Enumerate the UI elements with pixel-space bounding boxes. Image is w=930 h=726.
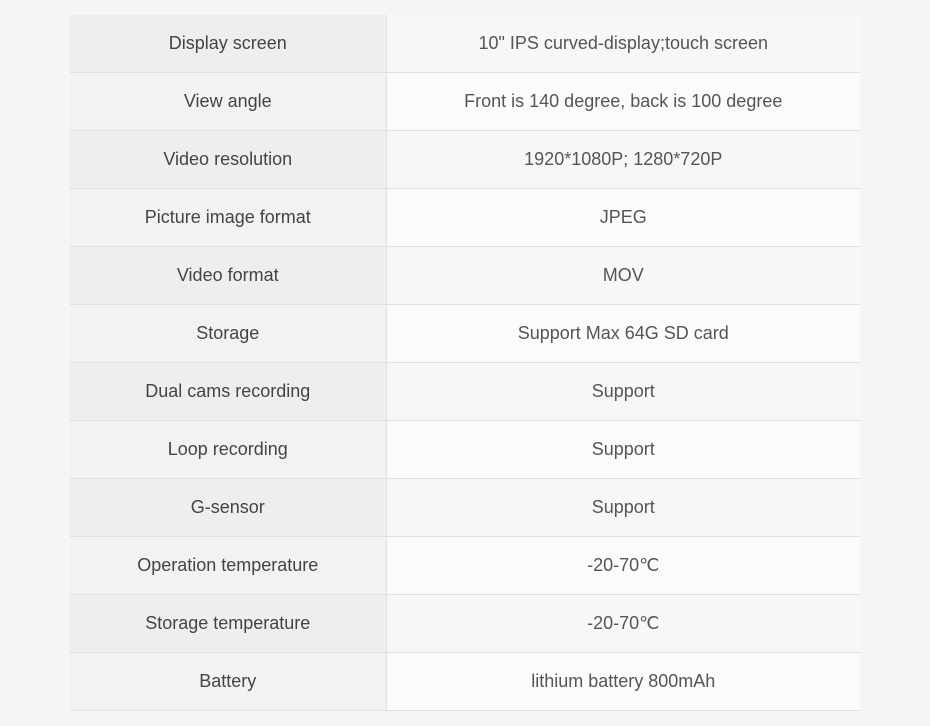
spec-value: Support Max 64G SD card	[386, 305, 860, 363]
specifications-table: Display screen10" IPS curved-display;tou…	[70, 15, 860, 711]
spec-label: Video resolution	[70, 131, 386, 189]
spec-value: 10" IPS curved-display;touch screen	[386, 15, 860, 73]
spec-label: Storage temperature	[70, 595, 386, 653]
spec-label: Storage	[70, 305, 386, 363]
table-row: Storage temperature-20-70℃	[70, 595, 860, 653]
table-row: Loop recordingSupport	[70, 421, 860, 479]
spec-label: Battery	[70, 653, 386, 711]
table-row: Dual cams recordingSupport	[70, 363, 860, 421]
spec-value: -20-70℃	[386, 595, 860, 653]
spec-label: Display screen	[70, 15, 386, 73]
spec-label: View angle	[70, 73, 386, 131]
table-row: G-sensorSupport	[70, 479, 860, 537]
table-row: Batterylithium battery 800mAh	[70, 653, 860, 711]
spec-table-container: Display screen10" IPS curved-display;tou…	[0, 0, 930, 726]
spec-value: -20-70℃	[386, 537, 860, 595]
spec-value: Front is 140 degree, back is 100 degree	[386, 73, 860, 131]
spec-value: Support	[386, 479, 860, 537]
spec-label: Operation temperature	[70, 537, 386, 595]
spec-label: Dual cams recording	[70, 363, 386, 421]
spec-value: Support	[386, 421, 860, 479]
spec-value: Support	[386, 363, 860, 421]
table-row: View angleFront is 140 degree, back is 1…	[70, 73, 860, 131]
spec-value: 1920*1080P; 1280*720P	[386, 131, 860, 189]
spec-label: G-sensor	[70, 479, 386, 537]
spec-label: Video format	[70, 247, 386, 305]
table-row: StorageSupport Max 64G SD card	[70, 305, 860, 363]
spec-label: Picture image format	[70, 189, 386, 247]
spec-value: lithium battery 800mAh	[386, 653, 860, 711]
spec-value: MOV	[386, 247, 860, 305]
spec-value: JPEG	[386, 189, 860, 247]
table-row: Display screen10" IPS curved-display;tou…	[70, 15, 860, 73]
table-row: Video formatMOV	[70, 247, 860, 305]
table-row: Video resolution1920*1080P; 1280*720P	[70, 131, 860, 189]
spec-label: Loop recording	[70, 421, 386, 479]
table-row: Picture image formatJPEG	[70, 189, 860, 247]
table-row: Operation temperature-20-70℃	[70, 537, 860, 595]
